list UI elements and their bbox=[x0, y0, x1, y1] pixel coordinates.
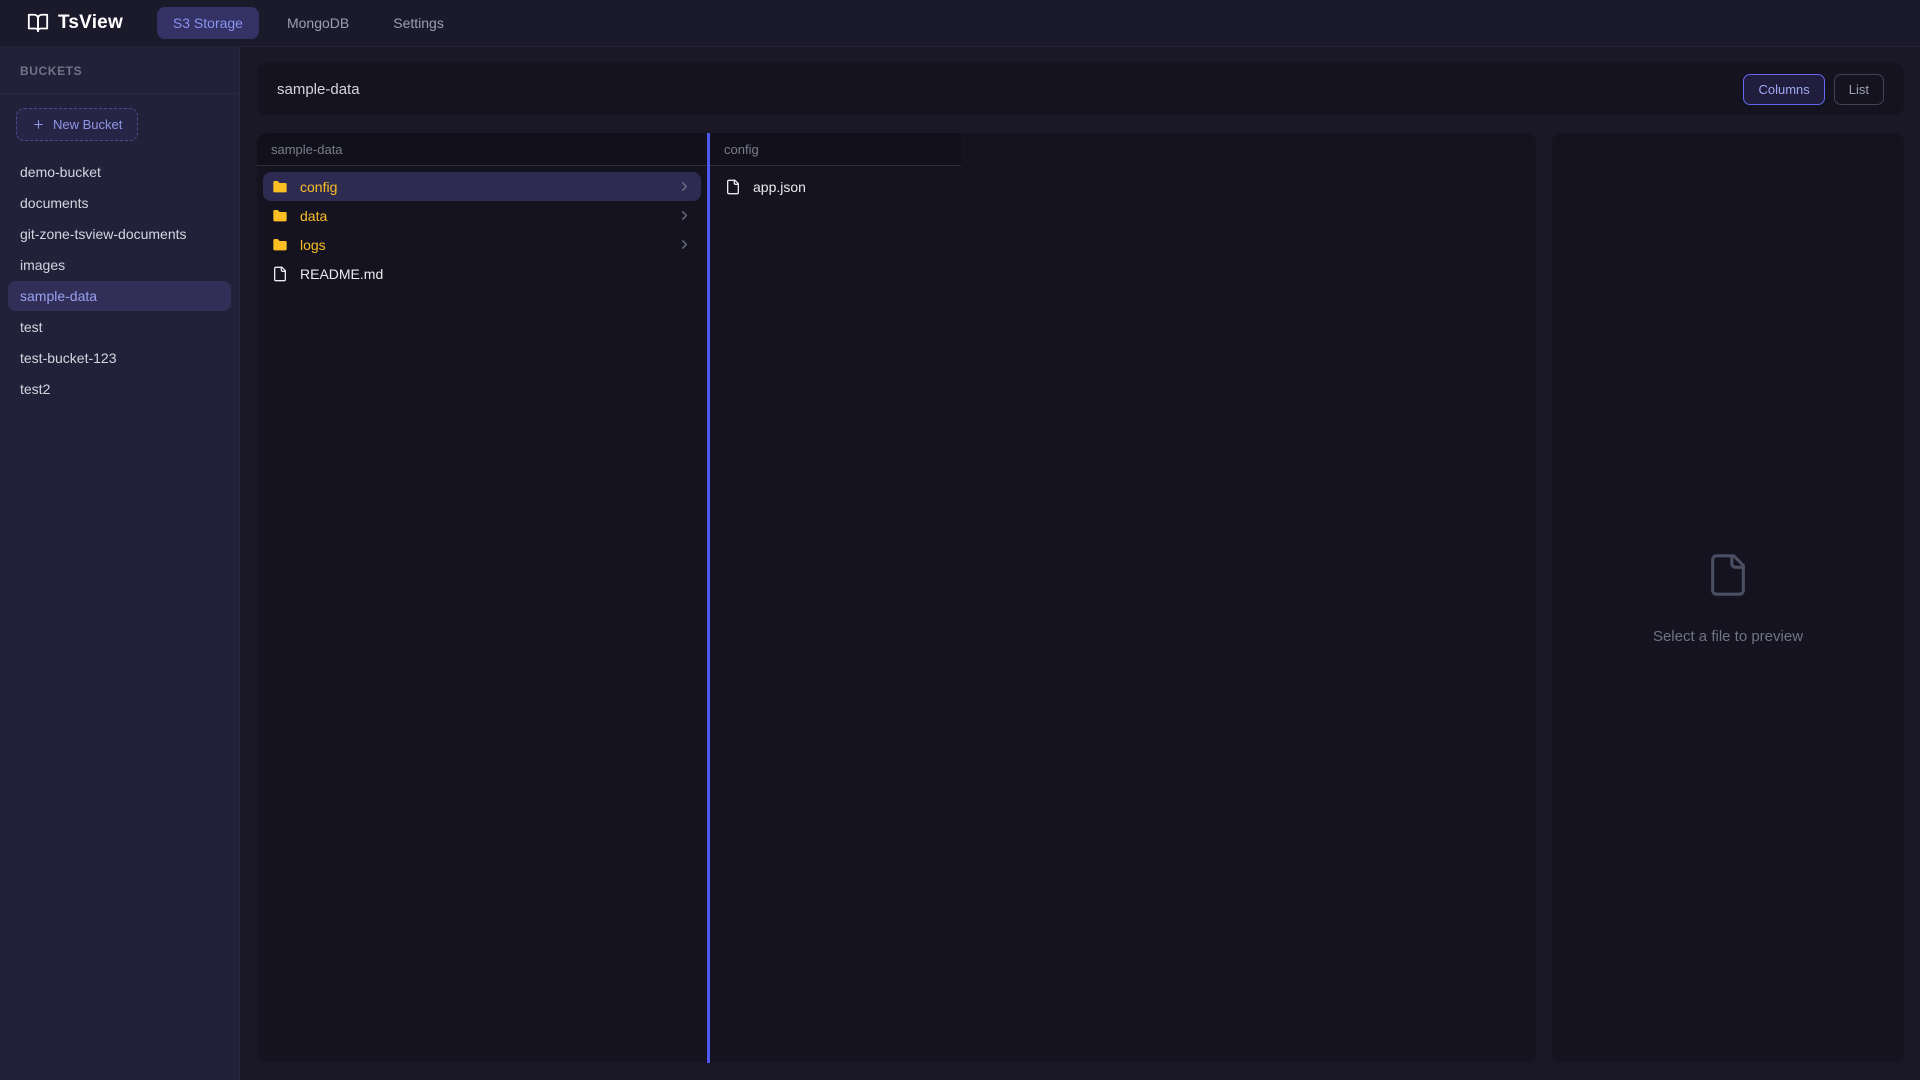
plus-icon bbox=[32, 118, 45, 131]
buckets-sidebar: BUCKETS New Bucket demo-bucketdocumentsg… bbox=[0, 47, 240, 1080]
folder-row-logs[interactable]: logs bbox=[263, 230, 701, 259]
new-bucket-label: New Bucket bbox=[53, 117, 122, 132]
item-name: README.md bbox=[300, 266, 692, 282]
column-header: config bbox=[710, 133, 961, 166]
bucket-item-documents[interactable]: documents bbox=[8, 188, 231, 218]
file-row-app-json[interactable]: app.json bbox=[716, 172, 955, 201]
bucket-list: demo-bucketdocumentsgit-zone-tsview-docu… bbox=[0, 151, 239, 410]
browser-column-config: config app.json bbox=[710, 133, 961, 1063]
nav-tabs: S3 Storage MongoDB Settings bbox=[157, 7, 460, 39]
column-item-list: config data logs README.md bbox=[257, 166, 707, 294]
view-columns-button[interactable]: Columns bbox=[1743, 74, 1824, 105]
item-name: logs bbox=[300, 237, 665, 253]
file-icon bbox=[1705, 552, 1751, 598]
file-icon bbox=[725, 179, 741, 195]
folder-row-data[interactable]: data bbox=[263, 201, 701, 230]
bucket-item-test-bucket-123[interactable]: test-bucket-123 bbox=[8, 343, 231, 373]
folder-icon bbox=[272, 208, 288, 224]
main-area: sample-data Columns List sample-dataconf… bbox=[240, 47, 1920, 1080]
bucket-item-demo-bucket[interactable]: demo-bucket bbox=[8, 157, 231, 187]
column-item-list: app.json bbox=[710, 166, 961, 207]
folder-icon bbox=[272, 179, 288, 195]
nav-tab-mongodb[interactable]: MongoDB bbox=[271, 7, 365, 39]
bucket-item-sample-data[interactable]: sample-data bbox=[8, 281, 231, 311]
item-name: app.json bbox=[753, 179, 946, 195]
chevron-right-icon bbox=[677, 208, 692, 223]
nav-tab-settings[interactable]: Settings bbox=[377, 7, 460, 39]
folder-icon bbox=[272, 237, 288, 253]
chevron-right-icon bbox=[677, 179, 692, 194]
bucket-item-test[interactable]: test bbox=[8, 312, 231, 342]
view-toggle: Columns List bbox=[1743, 74, 1884, 105]
page-title: sample-data bbox=[277, 81, 360, 98]
bucket-item-test2[interactable]: test2 bbox=[8, 374, 231, 404]
bucket-item-images[interactable]: images bbox=[8, 250, 231, 280]
column-header: sample-data bbox=[257, 133, 707, 166]
chevron-right-icon bbox=[677, 237, 692, 252]
item-name: config bbox=[300, 179, 665, 195]
file-icon bbox=[272, 266, 288, 282]
file-row-readme-md[interactable]: README.md bbox=[263, 259, 701, 288]
columns-empty-space bbox=[961, 133, 1536, 1063]
preview-placeholder: Select a file to preview bbox=[1653, 628, 1803, 645]
layout: BUCKETS New Bucket demo-bucketdocumentsg… bbox=[0, 47, 1920, 1080]
new-bucket-button[interactable]: New Bucket bbox=[16, 108, 138, 141]
top-nav: TsView S3 Storage MongoDB Settings bbox=[0, 0, 1920, 47]
nav-tab-s3-storage[interactable]: S3 Storage bbox=[157, 7, 259, 39]
content-row: sample-dataconfigdatalogsREADME.mdconfig… bbox=[257, 133, 1904, 1063]
app-logo: TsView bbox=[27, 12, 123, 34]
bucket-item-git-zone-tsview-documents[interactable]: git-zone-tsview-documents bbox=[8, 219, 231, 249]
sidebar-section-title: BUCKETS bbox=[0, 47, 239, 94]
miller-columns: sample-dataconfigdatalogsREADME.mdconfig… bbox=[257, 133, 1536, 1063]
open-book-icon bbox=[27, 12, 49, 34]
browser-column-sample-data: sample-data config data logs README.md bbox=[257, 133, 707, 1063]
new-bucket-wrap: New Bucket bbox=[0, 94, 239, 151]
view-list-button[interactable]: List bbox=[1834, 74, 1884, 105]
preview-panel: Select a file to preview bbox=[1552, 133, 1904, 1063]
item-name: data bbox=[300, 208, 665, 224]
app-title: TsView bbox=[58, 12, 123, 34]
folder-row-config[interactable]: config bbox=[263, 172, 701, 201]
bucket-toolbar: sample-data Columns List bbox=[257, 63, 1904, 115]
